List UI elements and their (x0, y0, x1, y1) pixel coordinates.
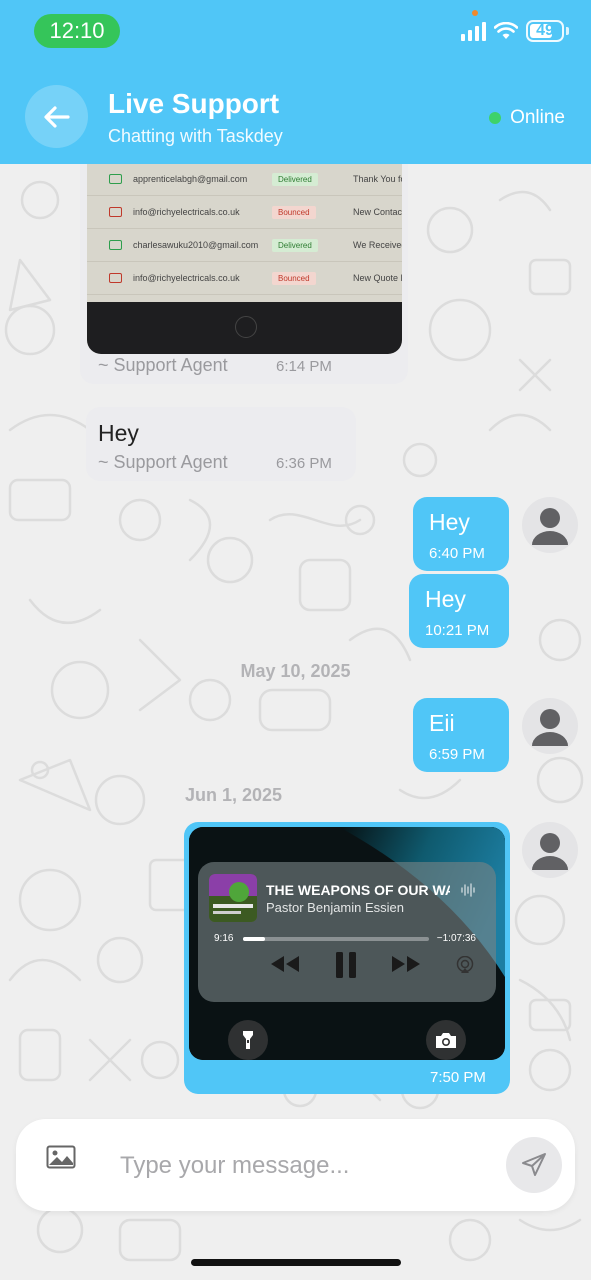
person-icon (532, 833, 568, 870)
header-title: Live Support (108, 88, 280, 119)
flashlight-button[interactable] (228, 1020, 268, 1060)
message-text: Hey (429, 509, 470, 535)
airplay-button[interactable] (455, 956, 475, 974)
photo-status-badge: Delivered (272, 239, 318, 252)
message-time: 6:59 PM (429, 746, 485, 763)
send-button[interactable] (506, 1137, 562, 1193)
pause-icon (336, 952, 356, 978)
online-dot-icon (489, 112, 502, 124)
privacy-indicator (472, 10, 478, 16)
person-icon (532, 709, 568, 746)
photo-laptop-bezel (87, 302, 402, 354)
user-avatar (522, 497, 578, 553)
remaining-time: −1:07:36 (436, 933, 476, 944)
image-icon (46, 1145, 76, 1169)
status-bar-time: 12:10 (34, 14, 120, 48)
incoming-image-message[interactable]: info@richyelectricals.co.ukDelivery Dela… (80, 164, 408, 384)
header-subtitle: Chatting with Taskdey (108, 126, 283, 146)
arrow-left-icon (43, 105, 70, 128)
now-playing-widget[interactable]: THE WEAPONS OF OUR WA Pastor Benjamin Es… (198, 862, 496, 1002)
sender-label: ~ Support Agent (98, 452, 228, 472)
person-icon (532, 508, 568, 545)
wifi-icon (494, 22, 518, 39)
envelope-icon (109, 207, 122, 217)
pause-button[interactable] (334, 951, 358, 979)
audio-wave-icon (461, 883, 475, 897)
laptop-logo-icon (235, 316, 257, 338)
message-time: 10:21 PM (425, 622, 490, 639)
envelope-icon (109, 273, 122, 283)
photo-status-badge: Delivered (272, 173, 318, 186)
photo-email: info@richyelectricals.co.uk (133, 273, 240, 283)
flashlight-icon (243, 1031, 253, 1049)
photo-subject: Thank You fo (353, 174, 402, 184)
attach-image-button[interactable] (46, 1145, 80, 1175)
camera-icon (436, 1033, 456, 1048)
airplay-icon (456, 956, 474, 973)
message-time: 6:36 PM (276, 455, 332, 472)
message-time: 6:40 PM (429, 545, 485, 562)
message-composer (16, 1119, 575, 1211)
user-avatar (522, 822, 578, 878)
envelope-icon (109, 240, 122, 250)
photo-status-badge: Bounced (272, 206, 316, 219)
photo-email: info@richyelectricals.co.uk (133, 207, 240, 217)
online-status: Online (489, 107, 565, 129)
incoming-text-message[interactable]: Hey ~ Support Agent 6:36 PM (86, 407, 356, 481)
date-separator: May 10, 2025 (240, 661, 351, 681)
photo-subject: We Received (353, 240, 402, 250)
home-indicator[interactable] (191, 1259, 401, 1266)
send-icon (522, 1153, 546, 1176)
playback-scrubber[interactable] (243, 937, 429, 941)
photo-subject: New Contact (353, 207, 402, 217)
photo-email-row: charlesawuku2010@gmail.com Delivered We Re… (87, 231, 402, 262)
camera-button[interactable] (426, 1020, 466, 1060)
playback-progress (243, 937, 266, 941)
elapsed-time: 9:16 (214, 933, 234, 944)
photo-email: charlesawuku2010@gmail.com (133, 240, 259, 250)
photo-subject: New Quote Re (353, 273, 402, 283)
message-input[interactable] (120, 1147, 480, 1185)
date-separator: Jun 1, 2025 (184, 785, 283, 805)
message-list[interactable]: info@richyelectricals.co.ukDelivery Dela… (0, 164, 591, 1114)
rewind-button[interactable] (269, 954, 301, 974)
message-time: 7:50 PM (430, 1069, 486, 1086)
outgoing-text-message[interactable]: Eii 6:59 PM (413, 698, 509, 772)
attached-photo[interactable]: info@richyelectricals.co.ukDelivery Dela… (87, 164, 402, 354)
app-header: 12:10 49 Live Support Chatting with Task… (0, 0, 591, 164)
message-text: Hey (98, 420, 139, 446)
track-title: THE WEAPONS OF OUR WA (266, 882, 450, 898)
battery-icon: 49 (526, 20, 564, 42)
cellular-signal-icon (461, 21, 486, 41)
envelope-icon (109, 174, 122, 184)
status-bar-icons: 49 (461, 20, 569, 42)
album-art (209, 874, 257, 922)
outgoing-image-message[interactable]: THE WEAPONS OF OUR WA Pastor Benjamin Es… (184, 822, 510, 1094)
online-status-label: Online (510, 107, 565, 128)
photo-email-row: info@richyelectricals.co.uk Bounced New Co… (87, 198, 402, 229)
rewind-icon (271, 956, 299, 972)
track-artist: Pastor Benjamin Essien (266, 900, 405, 915)
sender-label: ~ Support Agent (98, 355, 228, 375)
photo-email-row: apprenticelabgh@gmail.com Delivered Thank … (87, 165, 402, 196)
fast-forward-button[interactable] (390, 954, 422, 974)
outgoing-text-message[interactable]: Hey 6:40 PM (413, 497, 509, 571)
photo-email-row: info@richyelectricals.co.uk Bounced New Qu… (87, 264, 402, 295)
battery-level: 49 (536, 22, 554, 39)
fast-forward-icon (392, 956, 420, 972)
message-text: Eii (429, 710, 455, 736)
outgoing-text-message[interactable]: Hey 10:21 PM (409, 574, 509, 648)
attached-screenshot[interactable]: THE WEAPONS OF OUR WA Pastor Benjamin Es… (189, 827, 505, 1060)
user-avatar (522, 698, 578, 754)
photo-status-badge: Bounced (272, 272, 316, 285)
message-text: Hey (425, 586, 466, 612)
back-button[interactable] (25, 85, 88, 148)
message-time: 6:14 PM (276, 358, 332, 375)
photo-email: apprenticelabgh@gmail.com (133, 174, 248, 184)
